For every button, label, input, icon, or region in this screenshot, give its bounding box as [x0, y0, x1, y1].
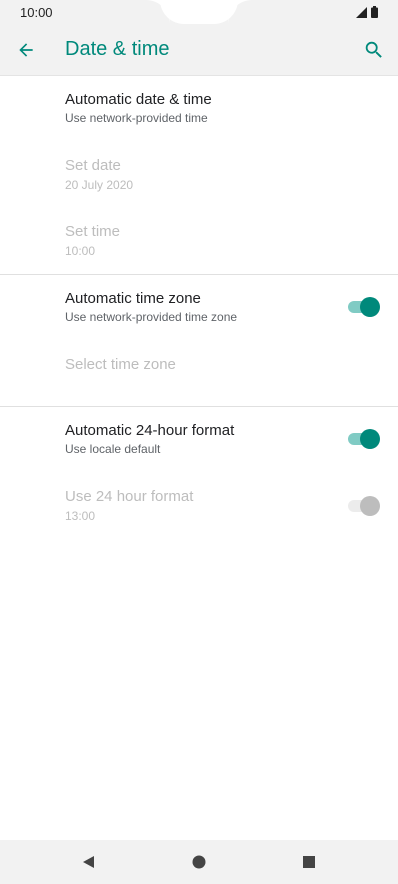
setting-subtitle: 10:00: [65, 244, 96, 258]
setting-subtitle: Use network-provided time: [65, 111, 208, 125]
setting-title: Use 24 hour format: [65, 488, 194, 505]
navigation-bar: [0, 840, 398, 884]
automatic-time-zone-switch[interactable]: [346, 295, 380, 319]
setting-title: Automatic time zone: [65, 290, 201, 307]
page-title: Date & time: [65, 38, 170, 60]
status-time: 10:00: [20, 5, 53, 20]
search-button[interactable]: [360, 36, 388, 64]
status-icons: [356, 6, 378, 18]
setting-subtitle: Use locale default: [65, 442, 161, 456]
switch-thumb: [360, 429, 380, 449]
setting-select-time-zone[interactable]: Select time zone: [0, 341, 398, 406]
switch-thumb: [360, 297, 380, 317]
notch: [160, 0, 238, 24]
setting-set-time[interactable]: Set time 10:00: [0, 208, 398, 274]
nav-back-button[interactable]: [78, 852, 98, 872]
setting-automatic-date-time[interactable]: Automatic date & time Use network-provid…: [0, 76, 398, 142]
setting-automatic-time-zone[interactable]: Automatic time zone Use network-provided…: [0, 275, 398, 341]
setting-automatic-24-hour-format[interactable]: Automatic 24-hour format Use locale defa…: [0, 407, 398, 473]
nav-recents-button[interactable]: [299, 852, 319, 872]
nav-home-button[interactable]: [189, 852, 209, 872]
setting-subtitle: 13:00: [65, 509, 96, 523]
setting-title: Set date: [65, 157, 121, 174]
search-icon: [365, 41, 382, 58]
back-triangle-icon: [83, 856, 94, 868]
setting-title: Select time zone: [65, 356, 176, 373]
use-24-hour-switch[interactable]: [346, 494, 380, 518]
arrow-back-icon: [19, 43, 33, 57]
setting-title: Automatic 24-hour format: [65, 422, 235, 439]
setting-title: Automatic date & time: [65, 91, 212, 108]
setting-subtitle: 20 July 2020: [65, 178, 134, 192]
home-circle-icon: [192, 855, 206, 869]
back-button[interactable]: [12, 36, 40, 64]
setting-use-24-hour-format[interactable]: Use 24 hour format 13:00: [0, 473, 398, 539]
recents-square-icon: [303, 856, 315, 868]
setting-set-date[interactable]: Set date 20 July 2020: [0, 142, 398, 208]
app-bar: Date & time: [0, 24, 398, 76]
status-bar: 10:00: [0, 0, 398, 24]
automatic-24-hour-switch[interactable]: [346, 427, 380, 451]
switch-thumb: [360, 496, 380, 516]
setting-title: Set time: [65, 223, 121, 240]
signal-icon: [356, 6, 367, 18]
setting-subtitle: Use network-provided time zone: [65, 310, 238, 324]
battery-icon: [371, 6, 378, 18]
